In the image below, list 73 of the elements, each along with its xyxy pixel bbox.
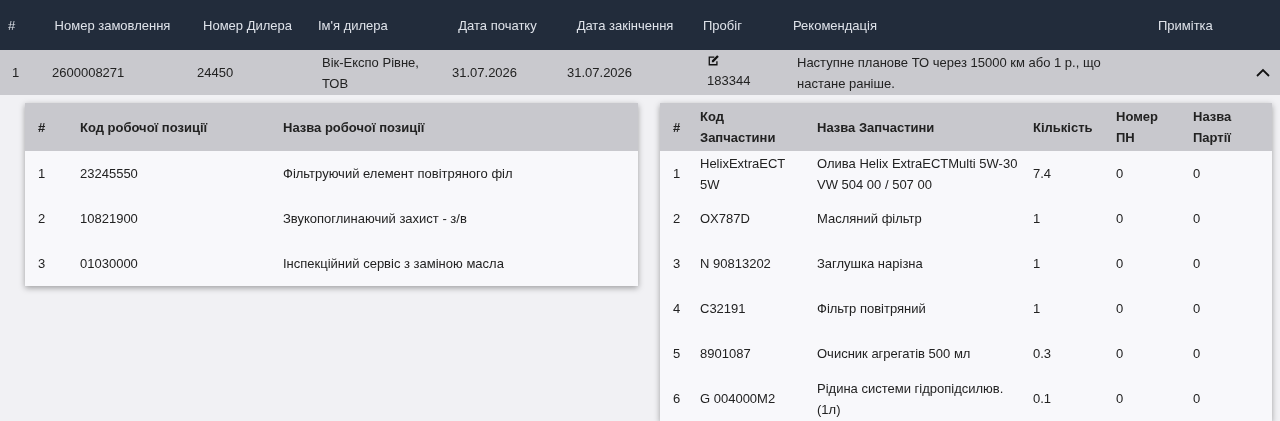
column-header: # — [7, 16, 17, 35]
column-header: Ім'я дилера — [317, 16, 389, 35]
table-cell-text: 0 — [1193, 210, 1202, 228]
table-cell-text: 3 — [37, 255, 47, 273]
column-header: Назва Запчастини — [817, 118, 936, 137]
table-cell-text: 24450 — [196, 64, 235, 82]
table-cell-text: Наступне планове ТО через 15000 км або 1 р., що настане раніше. — [796, 53, 1102, 93]
table-cell-text: 1 — [37, 165, 47, 183]
column-header: Номер Дилера — [202, 16, 293, 35]
table-cell-text: 5 — [672, 345, 682, 363]
table-cell-text: 0 — [1193, 255, 1202, 273]
table-cell-text: 0 — [1116, 255, 1125, 273]
table-cell-text: N 90813202 — [700, 255, 772, 273]
table-cell-text: 1 — [1033, 210, 1042, 228]
table-cell-text: 8901087 — [700, 345, 752, 363]
table-cell-text: Заглушка нарізна — [817, 255, 924, 273]
table-cell-text: 0 — [1116, 210, 1125, 228]
table-cell-text: 0.1 — [1033, 390, 1053, 408]
table-cell-text: 6 — [672, 390, 682, 408]
table-cell-text: 10821900 — [80, 210, 139, 228]
column-header: Код робочої позиції — [80, 118, 209, 137]
column-header: # — [37, 118, 47, 137]
table-cell-text: 01030000 — [80, 255, 139, 273]
table-cell-text: HelixExtraECT 5W — [700, 154, 786, 194]
table-cell-text: 0 — [1116, 165, 1125, 183]
table-cell-text: Масляний фільтр — [817, 210, 923, 228]
table-cell-text: OX787D — [700, 210, 751, 228]
table-cell-text: 4 — [672, 300, 682, 318]
table-cell-text: 0 — [1116, 390, 1125, 408]
column-header: Дата закінчення — [575, 16, 675, 35]
table-cell-text: Звукопоглинаючий захист - з/в — [283, 210, 468, 228]
table-cell-text: 1 — [11, 64, 21, 82]
table-cell-text: 1 — [672, 165, 682, 183]
column-header: Рекомендація — [792, 16, 878, 35]
table-cell-text: 2 — [672, 210, 682, 228]
edit-icon[interactable] — [707, 54, 720, 67]
table-cell-text: G 004000M2 — [700, 390, 777, 408]
table-cell-text: 3 — [672, 255, 682, 273]
table-cell-text: Інспекційний сервіс з заміною масла — [283, 255, 505, 273]
column-header: Назва Партії — [1193, 108, 1233, 147]
table-cell-text: 183344 — [707, 72, 751, 90]
table-cell-text: 31.07.2026 — [451, 64, 519, 82]
table-cell-text: 23245550 — [80, 165, 139, 183]
table-cell-text: 0.3 — [1033, 345, 1053, 363]
table-cell-text: C32191 — [700, 300, 747, 318]
table-cell-text: 7.4 — [1033, 165, 1053, 183]
table-cell-text: 0 — [1193, 300, 1202, 318]
table-cell-text: 2 — [37, 210, 47, 228]
table-cell-text: 1 — [1033, 255, 1042, 273]
table-cell-text: Фільтр повітряний — [817, 300, 927, 318]
table-cell-text: Очисник агрегатів 500 мл — [817, 345, 972, 363]
table-cell-text: 31.07.2026 — [566, 64, 634, 82]
column-header: Код Запчастини — [700, 108, 777, 147]
table-cell-text: Рідина системи гідропідсилюв. (1л) — [817, 379, 1005, 419]
table-cell-text: 0 — [1193, 345, 1202, 363]
table-cell-text: 0 — [1193, 165, 1202, 183]
table-cell-text: Фільтруючий елемент повітряного філ — [283, 165, 514, 183]
column-header: Примітка — [1157, 16, 1214, 35]
column-header: Пробіг — [702, 16, 743, 35]
table-cell-text: 0 — [1116, 300, 1125, 318]
column-header: Назва робочої позиції — [283, 118, 426, 137]
chevron-up-icon[interactable] — [1256, 67, 1270, 78]
column-header: # — [672, 118, 682, 137]
table-cell-text: 0 — [1193, 390, 1202, 408]
column-header: Номер замовлення — [53, 16, 172, 35]
table-cell-text: 1 — [1033, 300, 1042, 318]
table-cell-text: 2600008271 — [51, 64, 126, 82]
table-cell-text: Олива Helix ExtraECTMulti 5W-30 VW 504 00 / 507 00 — [817, 154, 1019, 194]
column-header: Кількість — [1033, 118, 1094, 137]
table-cell-text: Вік-Експо Рівне, ТОВ — [321, 53, 420, 93]
column-header: Дата початку — [457, 16, 538, 35]
column-header: Номер ПН — [1116, 108, 1159, 147]
table-cell-text: 0 — [1116, 345, 1125, 363]
